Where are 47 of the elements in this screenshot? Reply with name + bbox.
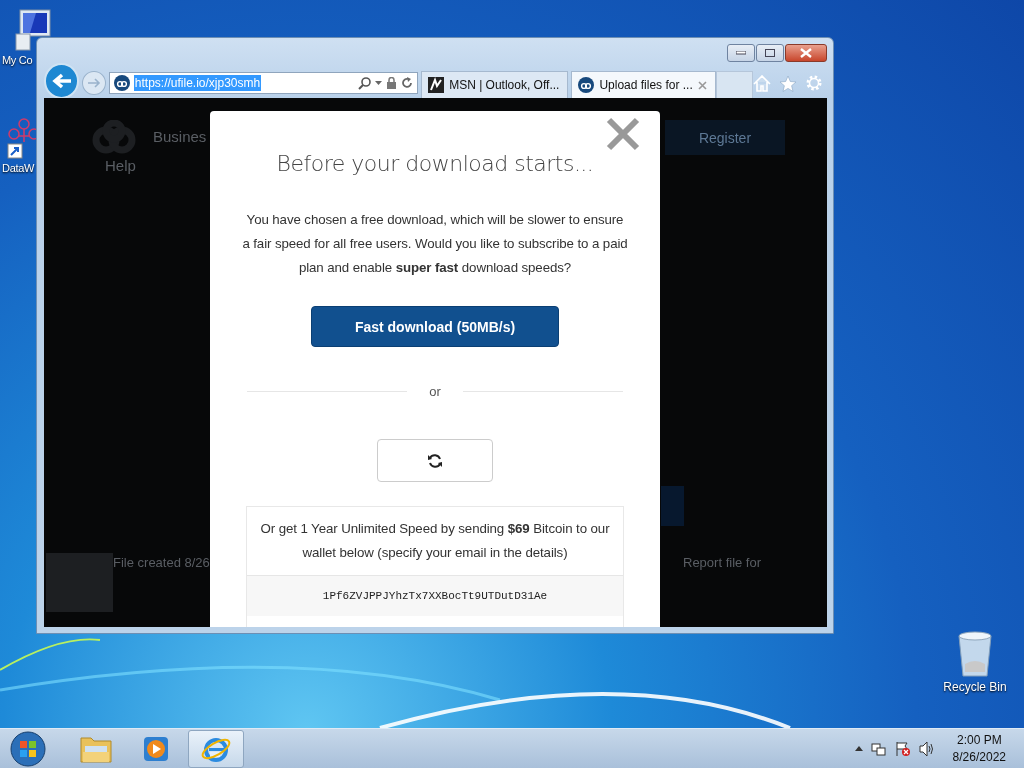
- refresh-icon[interactable]: [401, 77, 414, 89]
- network-icon[interactable]: [870, 740, 887, 757]
- right-arrow-icon: [87, 77, 102, 89]
- cloud-logo-icon: [91, 120, 137, 154]
- fast-download-button[interactable]: Fast download (50MB/s): [311, 306, 559, 347]
- file-created-text: File created 8/26: [113, 555, 210, 570]
- modal-title: Before your download starts...: [276, 151, 594, 176]
- bitcoin-offer-text: Or get 1 Year Unlimited Speed by sending $69 Bitcoin to our wallet below (specify your email in the details): [259, 520, 611, 562]
- clock-time: 2:00 PM: [956, 731, 1002, 749]
- up-arrow-icon[interactable]: [854, 746, 863, 751]
- lock-icon[interactable]: [386, 77, 398, 89]
- clock-date: 8/26/2022: [952, 748, 1006, 766]
- modal-description: You have chosen a free download, which will be slower to ensure a fair speed for all free users. Would you like to subscribe to a paid plan and enable super fast download speeds?: [242, 211, 628, 277]
- cloud-logo-icon: [113, 75, 130, 91]
- close-window-button[interactable]: [785, 44, 827, 62]
- register-button[interactable]: Register: [665, 120, 785, 155]
- speaker-icon[interactable]: [918, 740, 935, 757]
- clock[interactable]: 2:00 PM 8/26/2022: [952, 731, 1006, 766]
- close-icon[interactable]: [606, 117, 640, 151]
- search-icon[interactable]: [358, 76, 372, 90]
- browser-tab[interactable]: Upload files for ...: [571, 71, 716, 98]
- msn-icon: [428, 77, 445, 93]
- cloud-logo-icon: [578, 77, 595, 93]
- forward-button[interactable]: [82, 71, 106, 95]
- left-arrow-icon: [51, 73, 72, 89]
- maximize-icon: [765, 49, 775, 57]
- refresh-icon: [427, 452, 443, 469]
- back-button[interactable]: [44, 63, 80, 99]
- recycle-bin-icon: [955, 630, 995, 678]
- star-icon[interactable]: [779, 74, 797, 92]
- recaptcha-badge: [46, 553, 113, 612]
- url-text: https://ufile.io/xjp30smh: [133, 75, 262, 91]
- taskbar-button[interactable]: [188, 729, 244, 768]
- start-button[interactable]: [8, 729, 48, 768]
- or-divider-text: or: [429, 384, 441, 399]
- minimize-icon: [736, 51, 746, 55]
- caret-icon[interactable]: [375, 81, 383, 85]
- desktop-icon-label[interactable]: My Co: [2, 54, 33, 66]
- close-icon: [800, 48, 812, 58]
- close-tab-icon[interactable]: [697, 80, 707, 90]
- wallet-address: 1Pf6ZVJPPJYhzTx7XXBocTt9UTDutD31Ae: [247, 575, 623, 616]
- desktop-icon-label[interactable]: Recycle Bin: [943, 680, 1007, 694]
- flag-icon[interactable]: [894, 740, 911, 757]
- browser-tab[interactable]: MSN | Outlook, Off...: [421, 71, 569, 98]
- desktop-icon-label[interactable]: DataW: [2, 162, 35, 174]
- windows-logo-icon: [10, 730, 46, 767]
- maximize-button[interactable]: [756, 44, 784, 62]
